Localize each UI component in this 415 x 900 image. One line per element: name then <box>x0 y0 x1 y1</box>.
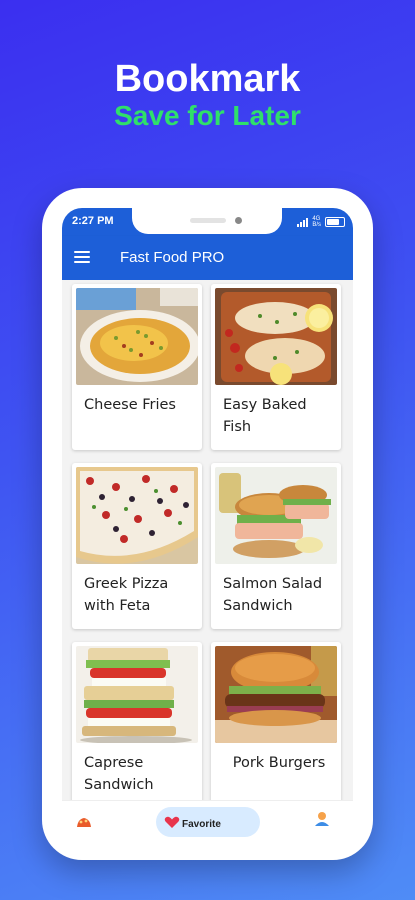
favorite-tab[interactable]: Favorite <box>156 807 260 837</box>
recipe-card-pork-burgers[interactable]: Pork Burgers <box>211 642 341 800</box>
battery-icon <box>325 217 345 227</box>
recipe-card-salmon-salad-sandwich[interactable]: Salmon Salad Sandwich <box>211 463 341 629</box>
caprese-sandwich-photo <box>76 646 198 743</box>
recipe-title: Greek Pizza with Feta <box>84 576 169 614</box>
phone-screen: 2:27 PM 4G B/s Fast Food PRO Cheese Frie… <box>62 208 353 840</box>
greek-pizza-photo <box>76 467 198 564</box>
cheese-fries-photo <box>76 288 198 385</box>
bottom-navigation: Favorite <box>62 800 353 840</box>
favorite-label: Favorite <box>182 819 221 830</box>
promo-title: Bookmark <box>114 58 301 100</box>
pork-burger-photo <box>215 646 337 743</box>
front-camera <box>235 217 242 224</box>
hamburger-menu-icon[interactable] <box>74 251 90 263</box>
recipe-title: Salmon Salad Sandwich <box>223 576 323 614</box>
promo-subtitle: Save for Later <box>114 100 301 131</box>
baked-fish-photo <box>215 288 337 385</box>
recipe-title: Caprese Sandwich <box>84 755 154 793</box>
phone-frame: 2:27 PM 4G B/s Fast Food PRO Cheese Frie… <box>42 188 373 860</box>
recipe-title: Pork Burgers <box>232 755 326 771</box>
app-bar: Fast Food PRO <box>62 236 353 280</box>
signal-icon <box>297 217 309 227</box>
profile-icon[interactable] <box>314 811 330 831</box>
network-unit: B/s <box>312 222 321 228</box>
speaker-grille <box>190 218 226 223</box>
heart-icon <box>164 816 180 828</box>
status-icons: 4G B/s <box>297 216 345 228</box>
recipe-card-caprese-sandwich[interactable]: Caprese Sandwich <box>72 642 202 800</box>
recipe-grid: Cheese Fries Easy Baked Fish Greek Pizza… <box>62 280 353 800</box>
status-time: 2:27 PM <box>72 215 114 227</box>
recipe-card-greek-pizza[interactable]: Greek Pizza with Feta <box>72 463 202 629</box>
app-title: Fast Food PRO <box>120 249 225 266</box>
home-icon[interactable] <box>76 813 92 832</box>
recipe-card-easy-baked-fish[interactable]: Easy Baked Fish <box>211 284 341 450</box>
network-speed: 4G B/s <box>312 216 321 228</box>
recipe-title: Cheese Fries <box>84 397 176 413</box>
recipe-title: Easy Baked Fish <box>223 397 307 435</box>
camera-notch <box>132 208 282 234</box>
recipe-card-cheese-fries[interactable]: Cheese Fries <box>72 284 202 450</box>
salmon-sandwich-photo <box>215 467 337 564</box>
